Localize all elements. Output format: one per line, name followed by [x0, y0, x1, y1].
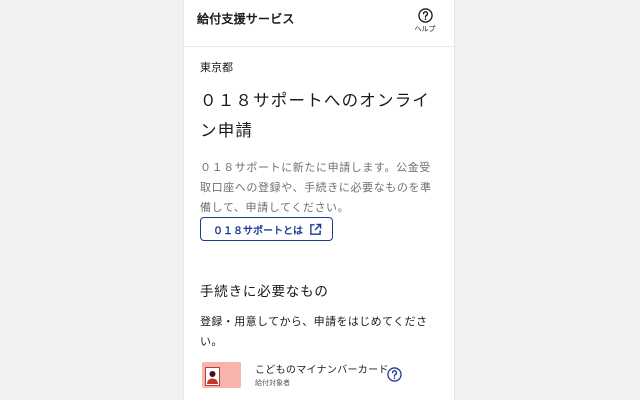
requirement-item: こどものマイナンバーカード 給付対象者 [202, 360, 442, 392]
about-018-support-button[interactable]: ０１８サポートとは [200, 217, 333, 241]
requirement-item-title: こどものマイナンバーカード [255, 365, 389, 376]
id-card-icon [202, 362, 241, 388]
page-description: ０１８サポートに新たに申請します。公金受取口座への登録や、手続きに必要なものを準… [200, 161, 432, 214]
prefecture-label: 東京都 [200, 61, 233, 74]
item-help-icon[interactable] [387, 367, 402, 382]
app-header: 給付支援サービス ヘルプ [184, 0, 454, 47]
requirements-heading: 手続きに必要なもの [200, 284, 329, 300]
requirement-item-subtitle: 給付対象者 [255, 379, 290, 387]
help-label: ヘルプ [414, 25, 436, 33]
page-title: ０１８サポートへのオンライン申請 [200, 91, 431, 140]
external-link-icon [310, 223, 322, 235]
help-icon [417, 8, 433, 23]
content-panel: 給付支援サービス ヘルプ 東京都 ０１８サポートへのオンライン申請 ０１８サポー… [184, 0, 454, 400]
card-photo [205, 367, 220, 386]
app-title: 給付支援サービス [197, 12, 295, 26]
requirements-note: 登録・用意してから、申請をはじめてください。 [200, 315, 428, 348]
help-button[interactable]: ヘルプ [412, 8, 438, 34]
about-button-label: ０１８サポートとは [213, 225, 303, 237]
